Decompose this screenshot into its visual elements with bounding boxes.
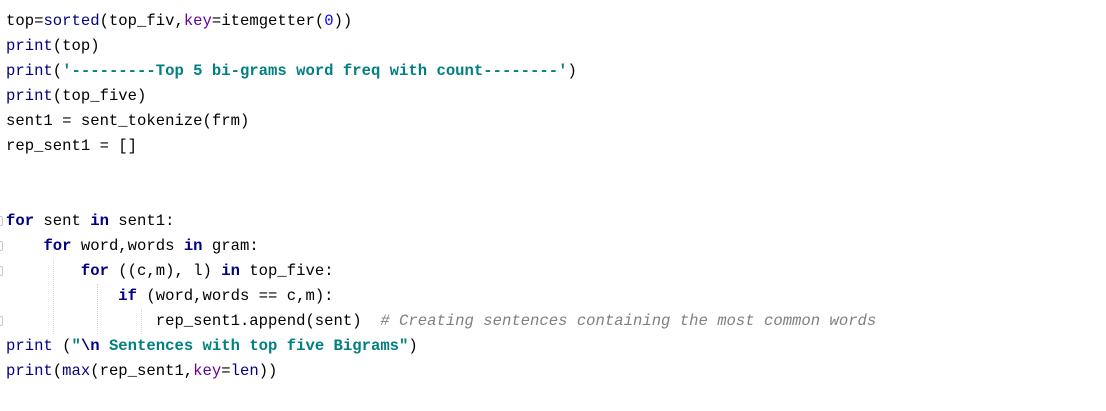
code-line[interactable]: print(top_five) [6, 84, 876, 109]
fold-marker-icon[interactable] [0, 266, 3, 276]
code-line[interactable]: print(max(rep_sent1,key=len)) [6, 359, 876, 384]
code-token: top_five: [239, 262, 334, 280]
code-editor[interactable]: top=sorted(top_fiv,key=itemgetter(0)) pri… [0, 0, 1106, 411]
code-line[interactable]: rep_sent1.append(sent) # Creating senten… [6, 309, 877, 334]
keyword-token: in [90, 212, 109, 230]
keyword-token: in [221, 262, 240, 280]
code-token: word,words [71, 237, 184, 255]
code-token: ( [52, 337, 72, 355]
code-token: sent1 = sent_tokenize(frm) [6, 112, 250, 130]
builtin-token: max [62, 362, 91, 380]
keyword-token: for [6, 212, 35, 230]
code-line[interactable]: rep_sent1 = [] [6, 134, 876, 159]
code-token: top= [6, 12, 44, 30]
code-token: )) [258, 362, 278, 380]
comment-token: # Creating sentences containing the most… [380, 312, 877, 330]
code-token: (rep_sent1, [90, 362, 194, 380]
builtin-token: print [6, 62, 53, 80]
keyword-token: for [80, 262, 109, 280]
code-line[interactable]: print(top) [6, 34, 876, 59]
code-token: rep_sent1 = [] [6, 137, 138, 155]
keyword-token: in [183, 237, 203, 255]
fold-marker-icon[interactable] [0, 216, 3, 226]
code-token: rep_sent1.append(sent) [6, 312, 381, 330]
code-line[interactable]: print('---------Top 5 bi-grams word freq… [6, 59, 876, 84]
code-token: ((c,m), l) [108, 262, 222, 280]
code-line[interactable]: for ((c,m), l) in top_five: [6, 259, 876, 284]
code-line[interactable]: print ("\n Sentences with top five Bigra… [6, 334, 876, 359]
indent-guide [53, 259, 54, 334]
code-token: ( [52, 62, 63, 80]
fold-marker-icon[interactable] [0, 316, 3, 326]
string-token: '---------Top 5 bi-grams word freq with … [62, 62, 568, 80]
builtin-token: print [6, 337, 53, 355]
code-line[interactable]: for word,words in gram: [6, 234, 876, 259]
fold-marker-icon[interactable] [0, 241, 3, 251]
indent-guide [141, 309, 142, 334]
code-token: )) [333, 12, 353, 30]
builtin-token: sorted [43, 12, 100, 30]
code-token: ( [52, 362, 63, 380]
code-line[interactable]: if (word,words == c,m): [6, 284, 876, 309]
code-line[interactable]: top=sorted(top_fiv,key=itemgetter(0)) [6, 9, 876, 34]
code-token: ) [408, 337, 418, 355]
keyword-token: for [43, 237, 72, 255]
string-token: Sentences with top five Bigrams" [99, 337, 409, 355]
keyword-token: if [118, 287, 138, 305]
escape-token: \n [80, 337, 100, 355]
code-token: (top) [52, 37, 100, 55]
code-token: ) [567, 62, 577, 80]
code-line[interactable] [6, 159, 876, 184]
code-token: (word,words == c,m): [137, 287, 334, 305]
number-token: 0 [324, 12, 334, 30]
kwarg-token: key [193, 362, 222, 380]
code-line[interactable]: sent1 = sent_tokenize(frm) [6, 109, 876, 134]
builtin-token: len [230, 362, 259, 380]
code-token: (top_fiv, [99, 12, 184, 30]
code-token: = [221, 362, 231, 380]
builtin-token: print [6, 37, 53, 55]
string-token: " [71, 337, 81, 355]
indent-guide [97, 284, 98, 334]
kwarg-token: key [183, 12, 212, 30]
builtin-token: print [6, 87, 53, 105]
code-token: sent1: [108, 212, 175, 230]
code-token: (top_five) [52, 87, 147, 105]
code-token: =itemgetter( [211, 12, 325, 30]
code-line[interactable] [6, 184, 876, 209]
code-line[interactable]: for sent in sent1: [6, 209, 876, 234]
builtin-token: print [6, 362, 53, 380]
code-text-area[interactable]: top=sorted(top_fiv,key=itemgetter(0)) pri… [6, 9, 876, 384]
code-token: gram: [202, 237, 259, 255]
code-token: sent [34, 212, 91, 230]
